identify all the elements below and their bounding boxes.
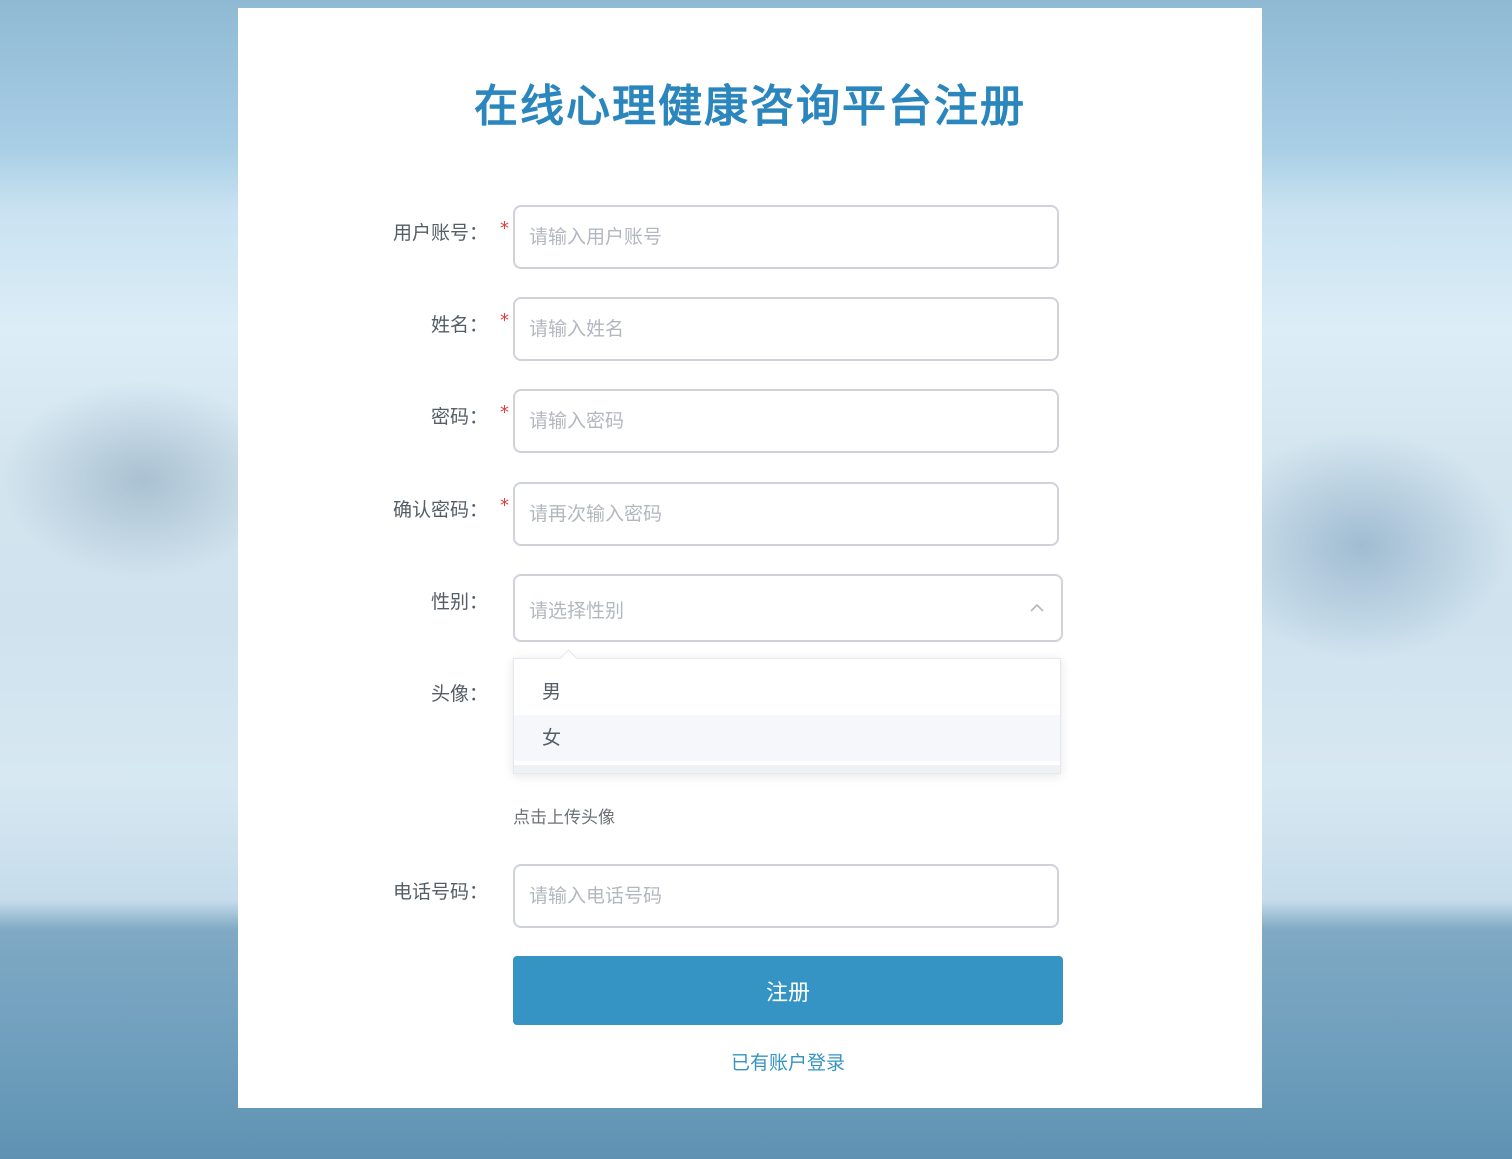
avatar-label: 头像：: [430, 683, 488, 705]
password-input[interactable]: [513, 389, 1059, 453]
gender-dropdown: 男 女: [513, 649, 1061, 774]
username-input[interactable]: [513, 205, 1059, 269]
register-card: 在线心理健康咨询平台注册 用户账号： * 姓名： * 密码： * 确认密码： *…: [238, 8, 1262, 1108]
login-link[interactable]: 已有账户登录: [238, 1048, 1338, 1075]
confirm-password-input[interactable]: [513, 482, 1059, 546]
confirm-password-required-mark: *: [500, 495, 509, 516]
avatar-upload-hint[interactable]: 点击上传头像: [513, 803, 615, 828]
page-title: 在线心理健康咨询平台注册: [474, 81, 1026, 132]
gender-select-placeholder: 请选择性别: [529, 600, 625, 622]
name-input[interactable]: [513, 297, 1059, 361]
username-label: 用户账号：: [392, 222, 488, 244]
name-required-mark: *: [500, 310, 509, 331]
dropdown-scrollbar[interactable]: [514, 765, 1060, 773]
register-button[interactable]: 注册: [513, 956, 1063, 1025]
gender-option-male[interactable]: 男: [514, 669, 1060, 715]
name-label: 姓名：: [430, 314, 488, 336]
background-haze-right: [1262, 430, 1512, 660]
gender-option-female[interactable]: 女: [514, 715, 1060, 761]
confirm-password-label: 确认密码：: [392, 499, 488, 521]
gender-select[interactable]: 请选择性别: [513, 574, 1063, 642]
chevron-up-icon[interactable]: [1029, 600, 1045, 616]
dropdown-pointer: [559, 649, 578, 668]
phone-label: 电话号码：: [392, 881, 488, 903]
gender-label: 性别：: [430, 591, 488, 613]
phone-input[interactable]: [513, 864, 1059, 928]
password-required-mark: *: [500, 402, 509, 423]
username-required-mark: *: [500, 218, 509, 239]
background-haze-left: [0, 380, 238, 580]
password-label: 密码：: [430, 406, 488, 428]
